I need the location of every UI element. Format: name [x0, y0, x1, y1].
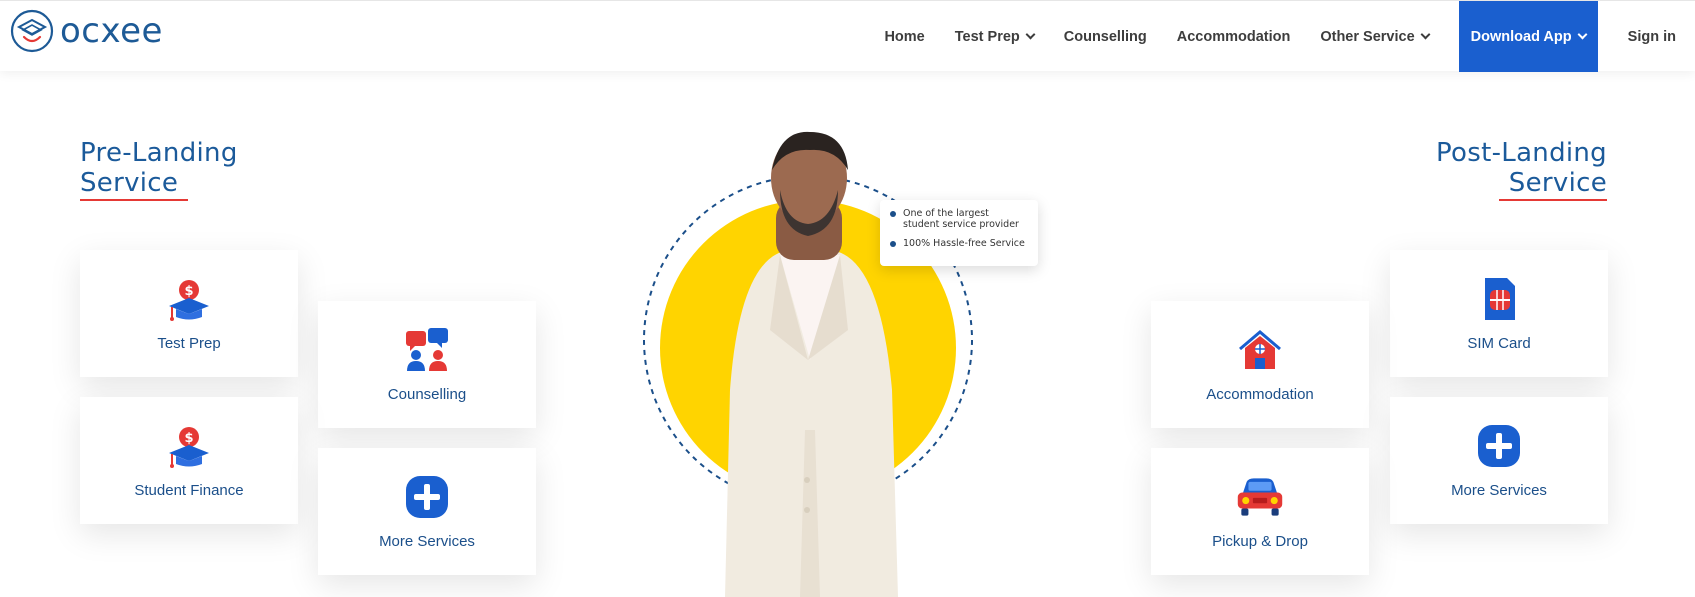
pre-landing-title-line2: Service	[80, 168, 179, 198]
brand-logo[interactable]: ocxee	[10, 9, 163, 53]
main-nav: Home Test Prep Counselling Accommodation…	[884, 1, 1695, 72]
pre-landing-title: Pre-Landing Service	[80, 138, 238, 198]
car-icon	[1236, 473, 1284, 521]
card-student-finance-label: Student Finance	[134, 482, 244, 499]
sign-in-label: Sign in	[1627, 28, 1676, 45]
nav-test-prep-label: Test Prep	[954, 28, 1020, 45]
card-pickup-drop-label: Pickup & Drop	[1212, 533, 1308, 550]
card-pickup-drop[interactable]: Pickup & Drop	[1151, 448, 1369, 575]
chevron-down-icon	[1025, 29, 1036, 40]
bullet-dot-icon	[890, 241, 896, 247]
nav-accommodation-label: Accommodation	[1176, 28, 1291, 45]
card-accommodation-label: Accommodation	[1206, 386, 1314, 403]
download-app-label: Download App	[1470, 28, 1572, 45]
card-more-services-pre[interactable]: More Services	[318, 448, 536, 575]
bullet-dot-icon	[890, 211, 896, 217]
card-test-prep-label: Test Prep	[157, 335, 221, 352]
card-more-services-pre-label: More Services	[379, 533, 475, 550]
post-landing-title-line2: Service	[1508, 168, 1607, 198]
post-landing-title-line1: Post-Landing	[1436, 138, 1607, 168]
nav-counselling[interactable]: Counselling	[1064, 29, 1147, 45]
nav-home[interactable]: Home	[884, 29, 924, 45]
plus-icon	[403, 473, 451, 521]
pre-landing-title-line1: Pre-Landing	[80, 138, 238, 168]
sign-in-link[interactable]: Sign in	[1628, 29, 1676, 45]
chevron-down-icon	[1420, 29, 1431, 40]
site-header: ocxee Home Test Prep Counselling Accommo…	[0, 0, 1695, 72]
page: ocxee Home Test Prep Counselling Accommo…	[0, 0, 1695, 597]
card-more-services-post-label: More Services	[1451, 482, 1547, 499]
grad-cap-dollar-icon: $	[165, 275, 213, 323]
card-counselling[interactable]: Counselling	[318, 301, 536, 428]
chevron-down-icon	[1577, 29, 1588, 40]
nav-other-service-label: Other Service	[1320, 28, 1415, 45]
grad-cap-dollar-icon: $	[165, 422, 213, 470]
brand-name: ocxee	[60, 11, 163, 51]
nav-other-service[interactable]: Other Service	[1320, 28, 1431, 45]
nav-counselling-label: Counselling	[1063, 28, 1147, 45]
hero-point: One of the largest student service provi…	[890, 208, 1028, 230]
nav-accommodation[interactable]: Accommodation	[1177, 29, 1291, 45]
hero-point-text: One of the largest student service provi…	[903, 208, 1019, 230]
card-accommodation[interactable]: Accommodation	[1151, 301, 1369, 428]
logo-icon	[10, 9, 54, 53]
svg-text:$: $	[184, 284, 193, 299]
hero-point-text: 100% Hassle-free Service	[903, 238, 1025, 249]
card-test-prep[interactable]: $ Test Prep	[80, 250, 298, 377]
hero-highlights-card: One of the largest student service provi…	[880, 200, 1038, 266]
card-more-services-post[interactable]: More Services	[1390, 397, 1608, 524]
card-student-finance[interactable]: $ Student Finance	[80, 397, 298, 524]
post-landing-title: Post-Landing Service	[1436, 138, 1607, 198]
post-landing-underline	[1499, 199, 1607, 201]
pre-landing-underline	[80, 199, 188, 201]
plus-icon	[1475, 422, 1523, 470]
nav-home-label: Home	[884, 28, 925, 45]
sim-card-icon	[1475, 275, 1523, 323]
nav-test-prep[interactable]: Test Prep	[954, 28, 1036, 45]
hero-point: 100% Hassle-free Service	[890, 238, 1028, 249]
download-app-button[interactable]: Download App	[1458, 1, 1598, 72]
house-icon	[1236, 326, 1284, 374]
card-counselling-label: Counselling	[387, 386, 467, 403]
svg-text:$: $	[184, 431, 193, 446]
card-sim-card-label: SIM Card	[1467, 335, 1531, 352]
chat-people-icon	[403, 326, 451, 374]
card-sim-card[interactable]: SIM Card	[1390, 250, 1608, 377]
